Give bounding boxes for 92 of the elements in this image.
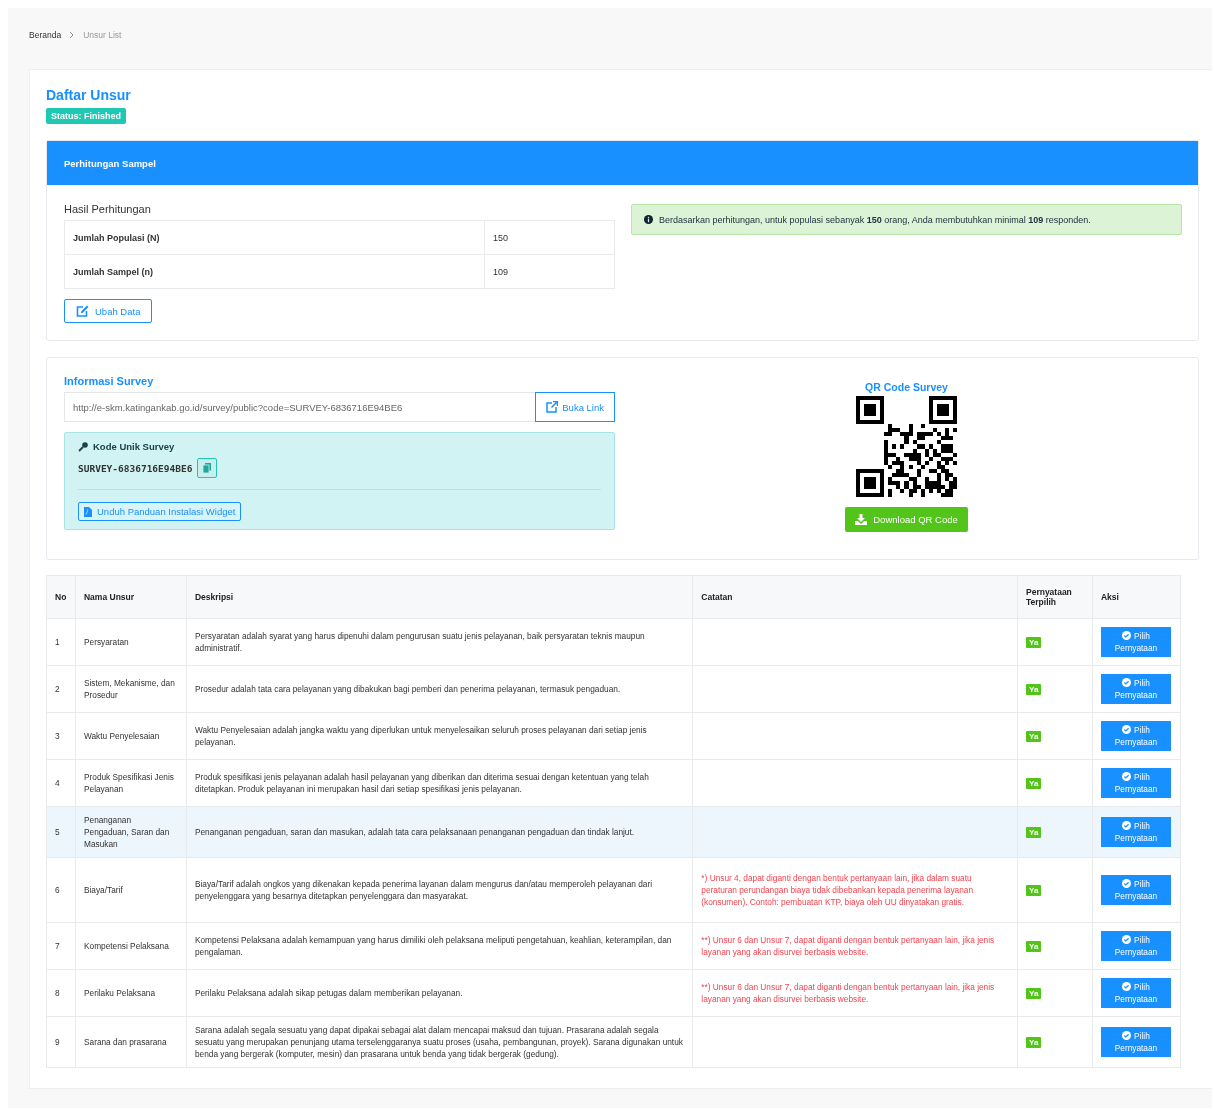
breadcrumb-item[interactable]: Beranda [29, 29, 62, 40]
check-circle-icon [1122, 821, 1132, 830]
table-cell: Waktu Penyelesaian adalah jangka waktu yang diperlukan untuk menyelesaikan seluruh proses pelayanan dari setiap jenis pelayanan. [186, 712, 693, 760]
select-statement-button[interactable]: Pilih Pernyataan [1100, 875, 1171, 905]
key-icon [78, 441, 88, 452]
qr-title: QR Code Survey [865, 381, 948, 393]
select-statement-button[interactable]: Pilih Pernyataan [1100, 768, 1171, 798]
check-circle-icon [1122, 631, 1132, 640]
edit-button[interactable]: Ubah Data [64, 299, 153, 323]
yes-badge: Ya [1026, 1036, 1042, 1048]
column-header: Aksi [1092, 575, 1181, 619]
table-cell: Waktu Penyelesaian [75, 712, 187, 760]
table-cell: Jumlah Sampel (n) [64, 254, 485, 289]
edit-icon [76, 305, 89, 317]
download-qr-button[interactable]: Download QR Code [845, 507, 968, 532]
download-icon [855, 514, 868, 525]
yes-badge: Ya [1026, 987, 1042, 999]
download-guide-button[interactable]: Unduh Panduan Instalasi Widget [78, 502, 242, 521]
column-header: Pernyataan Terpilih [1017, 575, 1093, 619]
info-icon [644, 215, 653, 224]
table-cell: 9 [46, 1016, 76, 1068]
check-circle-icon [1122, 772, 1132, 781]
yes-badge: Ya [1026, 636, 1042, 648]
table-cell: Persyaratan [75, 618, 187, 666]
select-statement-button[interactable]: Pilih Pernyataan [1100, 931, 1171, 961]
yes-badge: Ya [1026, 683, 1042, 695]
table-cell: 3 [46, 712, 76, 760]
check-circle-icon [1122, 879, 1132, 888]
table-cell: *) Unsur 4, dapat diganti dengan bentuk pertanyaan lain, jika dalam suatu peraturan perundangan biaya tidak dibebankan kepada penerima layanan (konsumen). Contoh: pembuatan KTP, biaya oleh UU dinyatakan gratis. [692, 857, 1018, 923]
table-cell: 1 [46, 618, 76, 666]
code-title: Kode Unik Survey [93, 441, 175, 452]
yes-badge: Ya [1026, 777, 1042, 789]
table-cell: **) Unsur 6 dan Unsur 7, dapat diganti dengan bentuk pertanyaan lain, jika jenis layanan yang akan disurvei berbasis website. [692, 922, 1018, 970]
select-statement-button[interactable]: Pilih Pernyataan [1100, 674, 1171, 704]
panel-header: Perhitungan Sampel [47, 141, 1198, 185]
yes-badge: Ya [1026, 730, 1042, 742]
table-cell: Sarana dan prasarana [75, 1016, 187, 1068]
table-cell: 2 [46, 665, 76, 713]
yes-badge: Ya [1026, 940, 1042, 952]
copy-button[interactable] [197, 458, 218, 478]
select-statement-button[interactable]: Pilih Pernyataan [1100, 817, 1171, 847]
select-statement-button[interactable]: Pilih Pernyataan [1100, 721, 1171, 751]
column-header: No [46, 575, 76, 619]
table-cell: Sistem, Mekanisme, dan Prosedur [75, 665, 187, 713]
section-subtitle: Hasil Perhitungan [64, 203, 152, 215]
status-badge: Status: Finished [46, 108, 126, 124]
table-cell: Penanganan Pengaduan, Saran dan Masukan [75, 806, 187, 858]
table-cell: Penanganan pengaduan, saran dan masukan, adalah tata cara pelaksanaan penanganan pengaduan dan tindak lanjut. [186, 806, 693, 858]
table-cell: 7 [46, 922, 76, 970]
table-cell: 109 [484, 254, 615, 289]
table-cell: **) Unsur 6 dan Unsur 7, dapat diganti dengan bentuk pertanyaan lain, jika jenis layanan yang akan disurvei berbasis website. [692, 969, 1018, 1017]
column-header: Catatan [692, 575, 1018, 619]
table-cell: Produk Spesifikasi Jenis Pelayanan [75, 759, 187, 807]
external-link-icon [546, 401, 559, 413]
pdf-file-icon [84, 506, 92, 517]
yes-badge: Ya [1026, 826, 1042, 838]
survey-code: SURVEY-6836716E94BE6 [78, 462, 193, 474]
check-circle-icon [1122, 982, 1132, 991]
select-statement-button[interactable]: Pilih Pernyataan [1100, 978, 1171, 1008]
column-header: Deskripsi [186, 575, 693, 619]
check-circle-icon [1122, 725, 1132, 734]
table-cell: Prosedur adalah tata cara pelayanan yang dibakukan bagi pemberi dan penerima pelayanan, termasuk pengaduan. [186, 665, 693, 713]
copy-icon [203, 463, 212, 473]
table-cell: Sarana adalah segala sesuatu yang dapat dipakai sebagai alat dalam mencapai maksud dan tujuan. Prasarana adalah segala sesuatu yang merupakan penunjang utama terselenggaranya suatu proses (usaha, pembangunan, proyek). Sarana digunakan untuk benda yang bergerak (komputer, mesin) dan prasarana untuk benda yang tidak bergerak (gedung). [186, 1016, 693, 1068]
table-cell: Perilaku Pelaksana [75, 969, 187, 1017]
page-title: Daftar Unsur [46, 87, 132, 103]
table-cell: Perilaku Pelaksana adalah sikap petugas dalam memberikan pelayanan. [186, 969, 693, 1017]
table-cell: 150 [484, 220, 615, 255]
table-cell: Kompetensi Pelaksana [75, 922, 187, 970]
chevron-icon [69, 30, 76, 39]
table-cell: Produk spesifikasi jenis pelayanan adalah hasil pelayanan yang diberikan dan diterima sesuai dengan ketentuan yang telah ditetapkan. Produk pelayanan ini merupakan hasil dari setiap spesifikasi jenis pelayanan. [186, 759, 693, 807]
alert-text: Berdasarkan perhitungan, untuk populasi sebanyak 150 orang, Anda membutuhkan minimal 109 responden. [659, 214, 1091, 225]
breadcrumb-item: Unsur List [83, 29, 122, 40]
table-cell: Persyaratan adalah syarat yang harus dipenuhi dalam pengurusan suatu jenis pelayanan, baik persyaratan teknis maupun administratif. [186, 618, 693, 666]
table-cell: 6 [46, 857, 76, 923]
check-circle-icon [1122, 1031, 1132, 1040]
link-field[interactable]: http://e-skm.katingankab.go.id/survey/public?code=SURVEY-6836716E94BE6 [64, 392, 536, 422]
column-header: Nama Unsur [75, 575, 187, 619]
select-statement-button[interactable]: Pilih Pernyataan [1100, 627, 1171, 657]
table-cell: 8 [46, 969, 76, 1017]
section-title: Informasi Survey [64, 375, 155, 387]
table-cell: 5 [46, 806, 76, 858]
open-link-button[interactable]: Buka Link [535, 392, 615, 422]
table-cell: Biaya/Tarif adalah ongkos yang dikenakan kepada penerima layanan dalam mengurus dan/atau memperoleh pelayanan dari penyelenggara yang besarnya ditetapkan penyelenggara dan masyarakat. [186, 857, 693, 923]
check-circle-icon [1122, 678, 1132, 687]
yes-badge: Ya [1026, 884, 1042, 896]
table-cell: Biaya/Tarif [75, 857, 187, 923]
table-cell: 4 [46, 759, 76, 807]
table-cell: Jumlah Populasi (N) [64, 220, 485, 255]
select-statement-button[interactable]: Pilih Pernyataan [1100, 1027, 1171, 1057]
table-cell: Kompetensi Pelaksana adalah kemampuan yang harus dimiliki oleh pelaksana meliputi pengetahuan, keahlian, keterampilan, dan pengalaman. [186, 922, 693, 970]
check-circle-icon [1122, 935, 1132, 944]
